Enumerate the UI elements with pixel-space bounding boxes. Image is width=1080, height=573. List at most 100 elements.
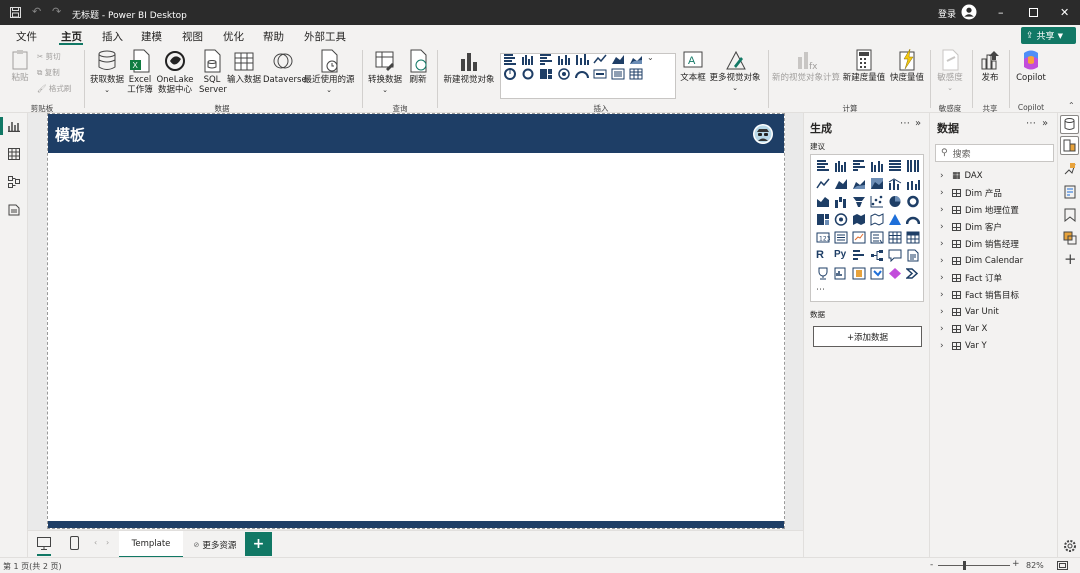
tab-template[interactable]: Template <box>119 531 183 558</box>
100pct-bar-icon[interactable] <box>575 53 589 65</box>
scatter-icon[interactable] <box>870 195 884 208</box>
more-visuals-ellipsis-icon[interactable]: ⋯ <box>816 285 830 298</box>
stacked-bar-icon[interactable] <box>503 53 517 65</box>
multirow-card-icon[interactable] <box>611 68 625 80</box>
pie-chart-icon[interactable] <box>888 195 902 208</box>
save-icon[interactable] <box>10 7 21 18</box>
qa-icon[interactable] <box>888 249 902 262</box>
donut-icon[interactable] <box>906 195 920 208</box>
menu-modeling[interactable]: 建模 <box>141 29 162 44</box>
zoom-in-button[interactable]: + <box>1012 559 1020 569</box>
100pct-area-icon[interactable] <box>870 177 884 190</box>
desktop-layout-icon[interactable] <box>37 537 51 550</box>
add-data-button[interactable]: +添加数据 <box>813 326 922 347</box>
table-visual-icon[interactable] <box>888 231 902 244</box>
quick-measure-button[interactable]: 快度量值 <box>887 49 927 83</box>
area-chart-icon[interactable] <box>611 53 625 65</box>
goals-icon[interactable] <box>816 267 830 280</box>
line-clustered-column-icon[interactable] <box>888 177 902 190</box>
line-chart-icon[interactable] <box>593 53 607 65</box>
report-page[interactable]: 模板 <box>47 113 785 529</box>
menu-view[interactable]: 视图 <box>182 29 203 44</box>
sensitivity-button[interactable]: 敏感度 ⌄ <box>934 49 966 93</box>
add-page-button[interactable]: + <box>245 532 272 556</box>
sparkle-diamond-icon[interactable] <box>888 267 902 280</box>
waterfall-icon[interactable] <box>834 195 848 208</box>
table-visual-icon[interactable] <box>629 68 643 80</box>
map-icon[interactable] <box>834 213 848 226</box>
area-chart-icon[interactable] <box>834 177 848 190</box>
table-item-fact-orders[interactable]: › Fact 订单 <box>940 271 1002 285</box>
textbox-button[interactable]: A 文本框 <box>680 49 706 83</box>
maximize-icon[interactable] <box>1029 8 1038 17</box>
gauge-icon[interactable] <box>575 68 589 80</box>
more-options-icon[interactable]: ⋯ <box>1026 118 1036 129</box>
python-visual-icon[interactable]: Py <box>834 249 848 262</box>
100pct-bar-icon[interactable] <box>888 159 902 172</box>
copilot-button[interactable]: Copilot <box>1013 49 1049 83</box>
table-item-var-unit[interactable]: › Var Unit <box>940 305 999 319</box>
zoom-out-button[interactable]: - <box>930 560 933 570</box>
refresh-button[interactable]: 刷新 <box>405 49 431 85</box>
stacked-column-icon[interactable] <box>521 53 535 65</box>
more-options-icon[interactable]: ⋯ <box>900 118 910 129</box>
table-item-dim-sales-manager[interactable]: › Dim 销售经理 <box>940 237 1019 251</box>
table-item-dim-geo[interactable]: › Dim 地理位置 <box>940 203 1019 217</box>
shape-map-icon[interactable] <box>870 213 884 226</box>
zoom-slider-thumb[interactable] <box>963 561 966 570</box>
multirow-card-icon[interactable] <box>834 231 848 244</box>
card-icon[interactable]: 123 <box>816 231 830 244</box>
settings-gear-icon[interactable] <box>1063 539 1077 553</box>
slicer-icon[interactable] <box>870 231 884 244</box>
paste-button[interactable]: 粘贴 <box>9 49 31 83</box>
share-button[interactable]: ⇪ 共享 ▼ <box>1021 27 1076 44</box>
kpi-icon[interactable] <box>852 231 866 244</box>
table-item-var-y[interactable]: › Var Y <box>940 339 987 353</box>
collapse-ribbon-icon[interactable]: ⌃ <box>1068 101 1075 110</box>
funnel-icon[interactable] <box>852 195 866 208</box>
new-visual-calc-button[interactable]: fx 新的视觉对象计算 <box>772 49 840 83</box>
redo-icon[interactable]: ↷ <box>52 5 61 18</box>
decomposition-tree-icon[interactable] <box>870 249 884 262</box>
pie-chart-icon[interactable] <box>503 68 517 80</box>
menu-help[interactable]: 帮助 <box>263 29 284 44</box>
tab-scroll-right-icon[interactable]: › <box>106 538 109 547</box>
copy-button[interactable]: ⧉ 复制 <box>37 68 60 78</box>
excel-button[interactable]: X Excel 工作簿 <box>126 49 154 95</box>
close-icon[interactable]: ✕ <box>1060 6 1069 19</box>
stacked-bar-icon[interactable] <box>816 159 830 172</box>
add-pane-icon[interactable]: + <box>1064 250 1077 268</box>
format-painter-button[interactable]: 🖌 格式刷 <box>37 84 71 94</box>
table-item-fact-sales-target[interactable]: › Fact 销售目标 <box>940 288 1019 302</box>
matrix-icon[interactable] <box>906 231 920 244</box>
gauge-icon[interactable] <box>906 213 920 226</box>
menu-home[interactable]: 主页 <box>61 29 82 44</box>
onelake-button[interactable]: OneLake 数据中心 <box>156 49 194 95</box>
filters-pane-icon[interactable] <box>1063 185 1077 199</box>
undo-icon[interactable]: ↶ <box>32 5 41 18</box>
card-icon[interactable] <box>593 68 607 80</box>
get-data-button[interactable]: 获取数据 ⌄ <box>88 49 126 95</box>
cut-button[interactable]: ✂ 剪切 <box>37 52 61 62</box>
power-automate-icon[interactable] <box>870 267 884 280</box>
enter-data-button[interactable]: 输入数据 <box>226 49 262 85</box>
clustered-bar-icon[interactable] <box>852 159 866 172</box>
menu-insert[interactable]: 插入 <box>102 29 123 44</box>
table-item-dim-product[interactable]: › Dim 产品 <box>940 186 1002 200</box>
table-view-icon[interactable] <box>8 148 20 160</box>
search-input[interactable]: ⚲ 搜索 <box>935 144 1054 162</box>
menu-optimize[interactable]: 优化 <box>223 29 244 44</box>
menu-external-tools[interactable]: 外部工具 <box>304 29 346 44</box>
chevron-visual-icon[interactable] <box>906 267 920 280</box>
fit-to-page-icon[interactable] <box>1057 561 1068 570</box>
signin-link[interactable]: 登录 <box>938 7 956 20</box>
treemap-icon[interactable] <box>539 68 553 80</box>
zoom-slider[interactable] <box>938 565 1010 566</box>
narrative-icon[interactable] <box>906 249 920 262</box>
table-item-dim-calendar[interactable]: › Dim Calendar <box>940 254 1023 268</box>
chevron-down-icon[interactable]: ⌄ <box>647 53 661 65</box>
table-item-dim-customer[interactable]: › Dim 客户 <box>940 220 1002 234</box>
clustered-column-icon[interactable] <box>870 159 884 172</box>
clustered-bar-icon[interactable] <box>539 53 553 65</box>
tab-more-resources[interactable]: ⊘ 更多资源 <box>185 531 245 558</box>
